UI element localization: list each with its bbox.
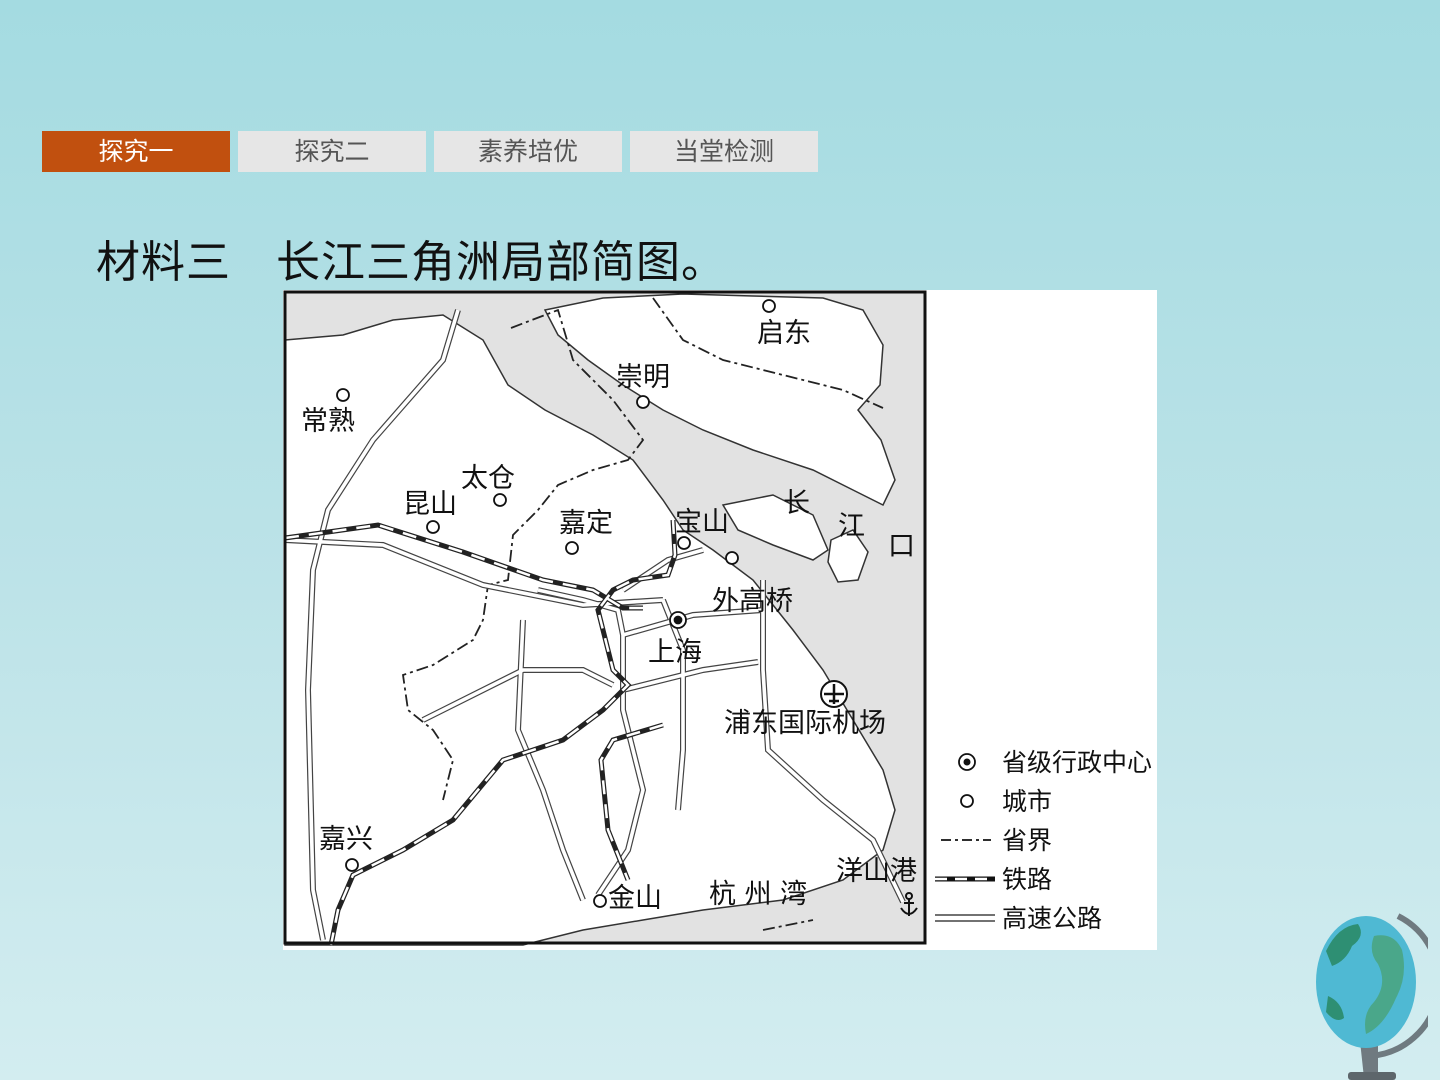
globe-icon [1316,913,1428,1080]
label-yangshan: 洋山港 [836,856,917,887]
jiading-marker [565,541,579,555]
label-river-mouth-3: 口 [888,531,915,562]
legend-capital-label: 省级行政中心 [1002,748,1152,777]
tab-explore-2[interactable]: 探究二 [238,131,426,172]
legend-city-label: 城市 [1002,787,1052,816]
jiaxing-marker [345,858,359,872]
qidong-marker [762,299,776,313]
legend-border-label: 省界 [1002,826,1052,855]
changshu-marker [336,388,350,402]
kunshan-marker [426,520,440,534]
baoshan-marker [677,536,691,550]
label-qidong: 启东 [757,318,811,349]
label-shanghai: 上海 [648,637,702,668]
yangtze-delta-map: 启东 崇明 常熟 太仓 昆山 嘉定 宝山 外高桥 上海 嘉兴 金山 洋山港 浦东… [283,290,1157,950]
label-waigaoqiao: 外高桥 [712,586,793,617]
label-river-mouth-1: 长 [783,488,810,519]
legend-city-symbol [960,794,974,808]
legend-railway-label: 铁路 [1002,865,1052,894]
label-river-mouth-2: 江 [838,511,865,542]
label-taicang: 太仓 [461,463,515,494]
label-baoshan: 宝山 [675,507,729,538]
shanghai-marker-dot [673,615,683,625]
label-changshu: 常熟 [301,406,355,437]
jinshan-marker [593,894,607,908]
label-airport: 浦东国际机场 [724,708,886,739]
legend-highway-symbol [935,914,995,922]
tab-classroom-test[interactable]: 当堂检测 [630,131,818,172]
label-chongming: 崇明 [616,362,670,393]
legend: 省级行政中心 城市 省界 铁路 高速公路 [935,748,1152,933]
chongming-marker [636,395,650,409]
taicang-marker [493,493,507,507]
label-jinshan: 金山 [608,883,662,914]
label-kunshan: 昆山 [403,489,457,520]
waigaoqiao-marker [725,551,739,565]
map-svg: 启东 崇明 常熟 太仓 昆山 嘉定 宝山 外高桥 上海 嘉兴 金山 洋山港 浦东… [283,290,1152,946]
tab-bar: 探究一 探究二 素养培优 当堂检测 [42,131,826,172]
airplane-icon [820,680,848,708]
label-jiading: 嘉定 [559,508,613,539]
tab-explore-1[interactable]: 探究一 [42,131,230,172]
legend-highway-label: 高速公路 [1002,904,1102,933]
material-title: 材料三 长江三角洲局部简图。 [96,237,726,288]
label-bay: 杭 州 湾 [709,879,807,910]
label-jiaxing: 嘉兴 [319,824,373,855]
tab-literacy[interactable]: 素养培优 [434,131,622,172]
